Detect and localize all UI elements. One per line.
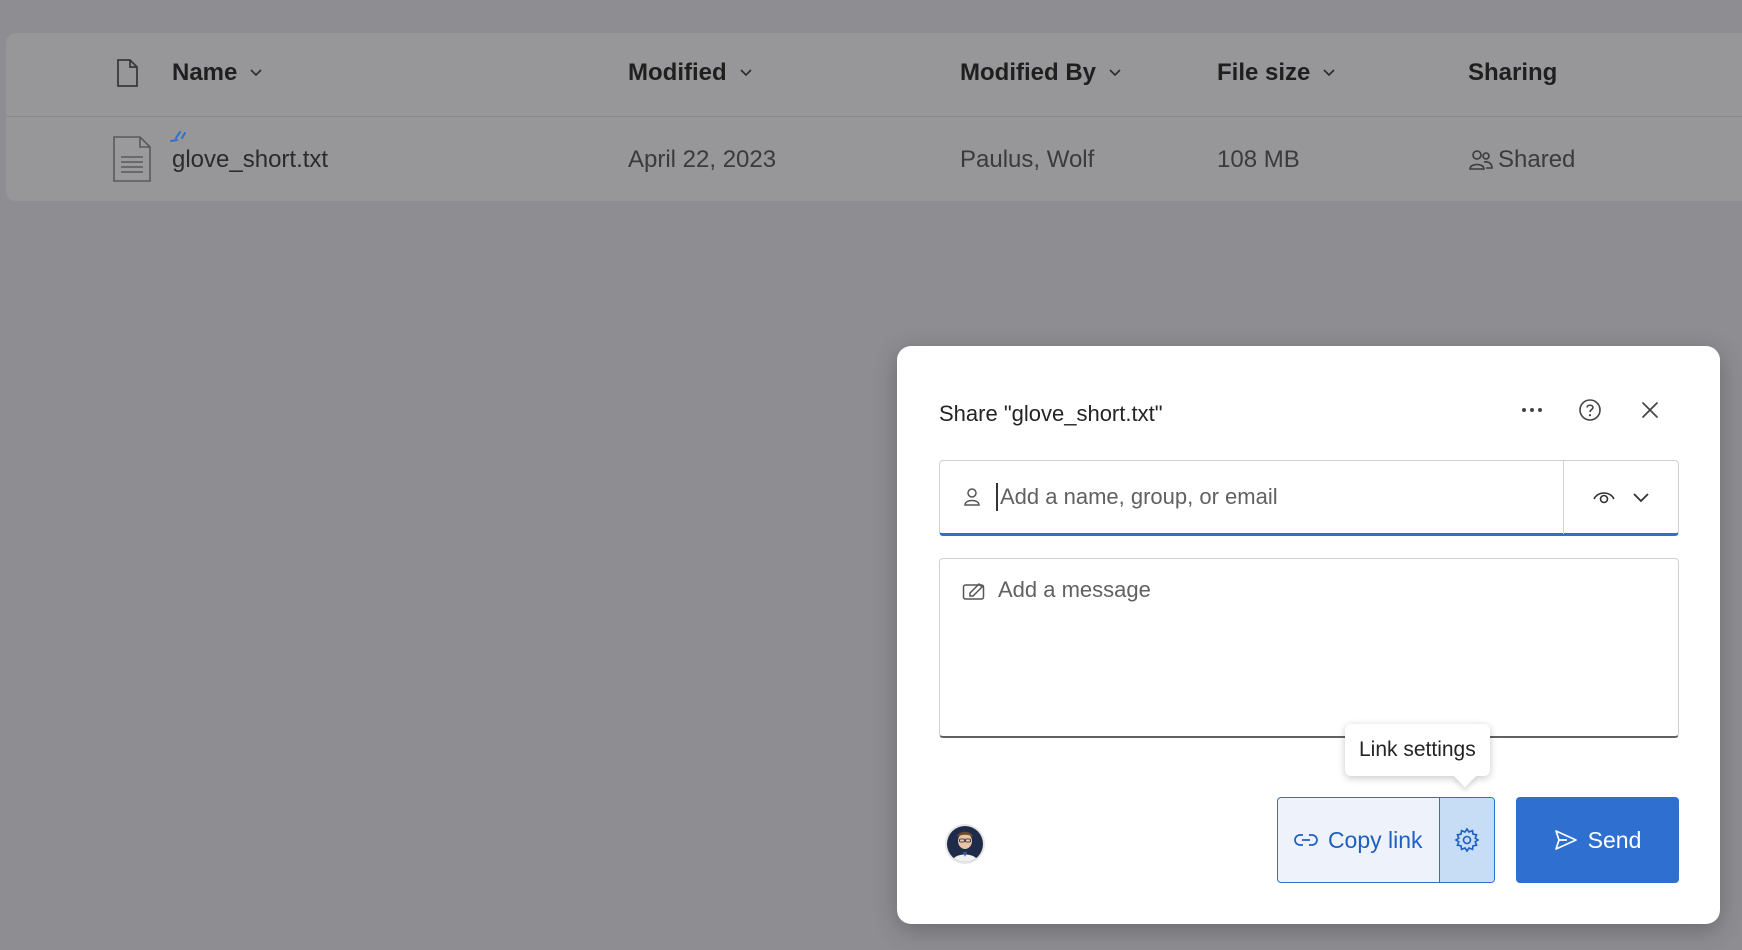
more-options-button[interactable] [1512,390,1552,430]
column-label: File size [1217,59,1311,86]
column-label: Sharing [1468,59,1558,86]
file-name-link[interactable]: glove_short.txt [172,145,328,175]
help-button[interactable] [1570,390,1610,430]
column-header-file-size[interactable]: File size [1217,58,1336,88]
people-icon [1469,150,1493,170]
text-cursor [996,483,998,511]
column-label: Modified By [960,59,1096,86]
chevron-down-icon [1323,69,1335,77]
file-list-header: Name Modified Modified By File size Shar… [6,33,1742,117]
file-modified-by: Paulus, Wolf [960,146,1095,173]
chevron-down-icon [1633,493,1649,503]
message-field [939,558,1679,738]
sharing-status[interactable]: Shared [1468,145,1575,175]
column-header-sharing[interactable]: Sharing [1468,58,1557,88]
gear-icon [1454,827,1480,853]
compose-icon [962,582,985,600]
people-input[interactable] [1000,484,1563,510]
help-icon [1579,399,1601,421]
link-settings-button[interactable] [1438,798,1494,882]
file-size: 108 MB [1217,146,1300,173]
file-modified-date: April 22, 2023 [628,146,777,173]
column-label: Name [172,59,238,86]
avatar[interactable] [945,824,985,864]
text-file-icon [112,135,152,188]
copy-link-group: Copy link [1277,797,1495,883]
copy-link-label: Copy link [1327,826,1423,853]
sharing-label: Shared [1498,146,1576,173]
chevron-down-icon [250,69,262,77]
column-label: Modified [628,59,727,86]
file-list: Name Modified Modified By File size Shar… [6,33,1742,201]
send-button[interactable]: Send [1516,797,1679,883]
send-label: Send [1587,826,1642,853]
share-dialog: Share "glove_short.txt" Add a name, grou… [897,346,1720,924]
dialog-title: Share "glove_short.txt" [939,401,1163,426]
column-header-modified[interactable]: Modified [628,58,753,88]
link-settings-tooltip: Link settings [1345,724,1490,788]
close-icon [1642,402,1658,418]
eye-icon [1593,492,1615,504]
copy-link-button[interactable]: Copy link [1278,798,1439,882]
message-input[interactable] [998,577,1658,717]
person-icon [964,488,980,506]
tooltip-arrow [1453,764,1477,788]
chevron-down-icon [740,69,752,77]
file-type-icon[interactable] [116,59,138,92]
column-header-name[interactable]: Name [172,58,263,88]
link-icon [1294,834,1318,846]
page: Name Modified Modified By File size Shar… [0,0,1742,950]
column-header-modified-by[interactable]: Modified By [960,58,1122,88]
tooltip-text: Link settings [1359,738,1476,761]
table-row[interactable]: glove_short.txt April 22, 2023 Paulus, W… [6,117,1742,201]
chevron-down-icon [1109,69,1121,77]
user-avatar-icon [947,826,983,862]
close-button[interactable] [1630,390,1670,430]
permission-dropdown[interactable] [1564,461,1678,533]
send-icon [1554,830,1577,850]
people-picker [939,460,1679,536]
more-horizontal-icon [1522,408,1542,412]
